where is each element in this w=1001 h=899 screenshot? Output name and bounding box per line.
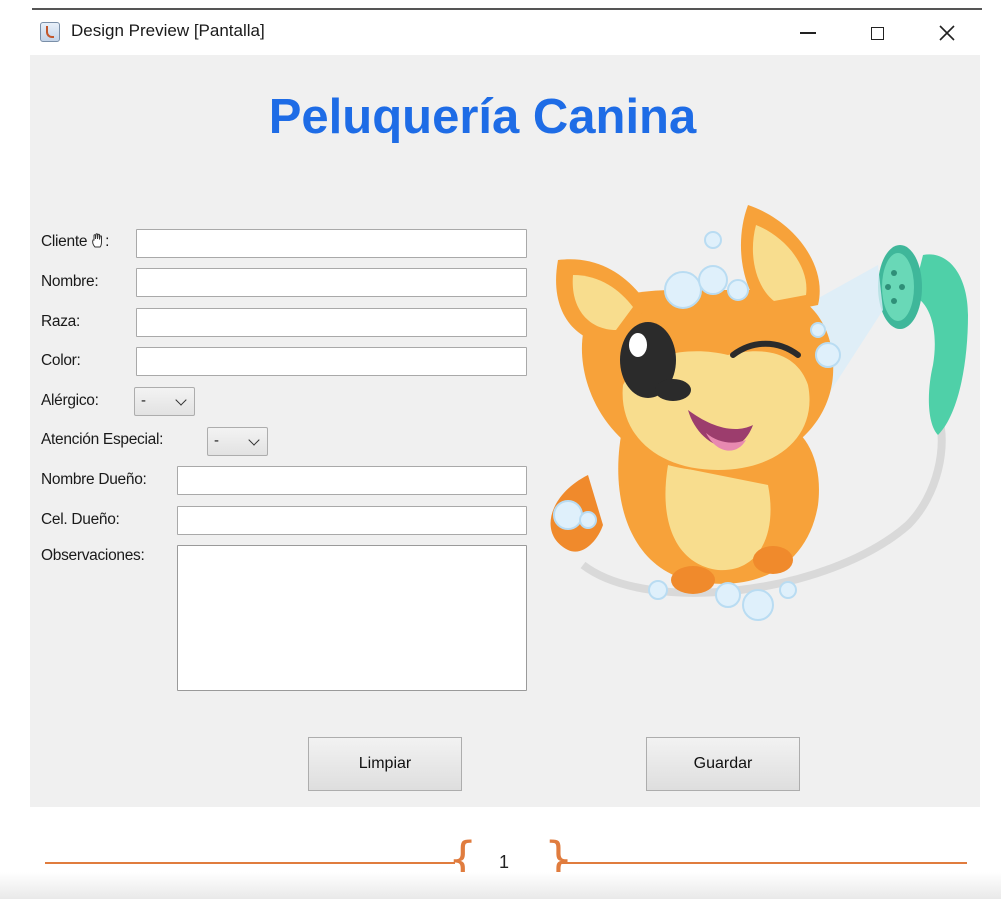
form-panel: Peluquería Canina Cliente : Nombre: Raza… <box>30 55 980 807</box>
observaciones-textarea[interactable] <box>177 545 527 691</box>
atencion-especial-select[interactable]: - <box>207 427 268 456</box>
raza-label: Raza: <box>41 313 80 330</box>
cliente-input[interactable] <box>136 229 527 258</box>
guardar-button[interactable]: Guardar <box>646 737 800 791</box>
color-input[interactable] <box>136 347 527 376</box>
cel-dueno-input[interactable] <box>177 506 527 535</box>
window-title: Design Preview [Pantalla] <box>71 21 265 40</box>
footer-divider-left <box>45 862 455 864</box>
cliente-label-colon: : <box>105 233 110 250</box>
observaciones-label: Observaciones: <box>41 547 145 564</box>
window-titlebar: Design Preview [Pantalla] <box>30 11 980 55</box>
cel-dueno-label: Cel. Dueño: <box>41 511 120 528</box>
close-icon <box>939 25 955 41</box>
alergico-select[interactable]: - <box>134 387 195 416</box>
page-number: 1 <box>499 852 510 872</box>
raza-input[interactable] <box>136 308 527 337</box>
cliente-label: Cliente : <box>41 233 109 251</box>
nombre-dueno-label: Nombre Dueño: <box>41 471 147 488</box>
java-app-icon <box>40 22 60 42</box>
maximize-icon <box>870 26 884 40</box>
nombre-dueno-input[interactable] <box>177 466 527 495</box>
color-label: Color: <box>41 352 81 369</box>
dog-shower-mascot <box>550 205 968 621</box>
chevron-down-icon <box>248 434 260 446</box>
close-button[interactable] <box>925 15 969 51</box>
atencion-selected-value: - <box>214 432 219 449</box>
nombre-input[interactable] <box>136 268 527 297</box>
maximize-button[interactable] <box>855 15 899 51</box>
top-border <box>32 8 982 10</box>
nombre-label: Nombre: <box>41 273 99 290</box>
chevron-down-icon <box>175 394 187 406</box>
atencion-especial-label: Atención Especial: <box>41 431 164 448</box>
cliente-label-text: Cliente <box>41 233 88 250</box>
limpiar-button[interactable]: Limpiar <box>308 737 462 791</box>
minimize-icon <box>800 32 816 34</box>
page-title: Peluquería Canina <box>268 90 697 144</box>
minimize-button[interactable] <box>786 15 830 51</box>
alergico-label: Alérgico: <box>41 392 99 409</box>
footer-divider-right <box>560 862 967 864</box>
hand-cursor-icon <box>92 233 103 248</box>
alergico-selected-value: - <box>141 392 146 409</box>
bottom-shadow <box>0 872 1001 899</box>
